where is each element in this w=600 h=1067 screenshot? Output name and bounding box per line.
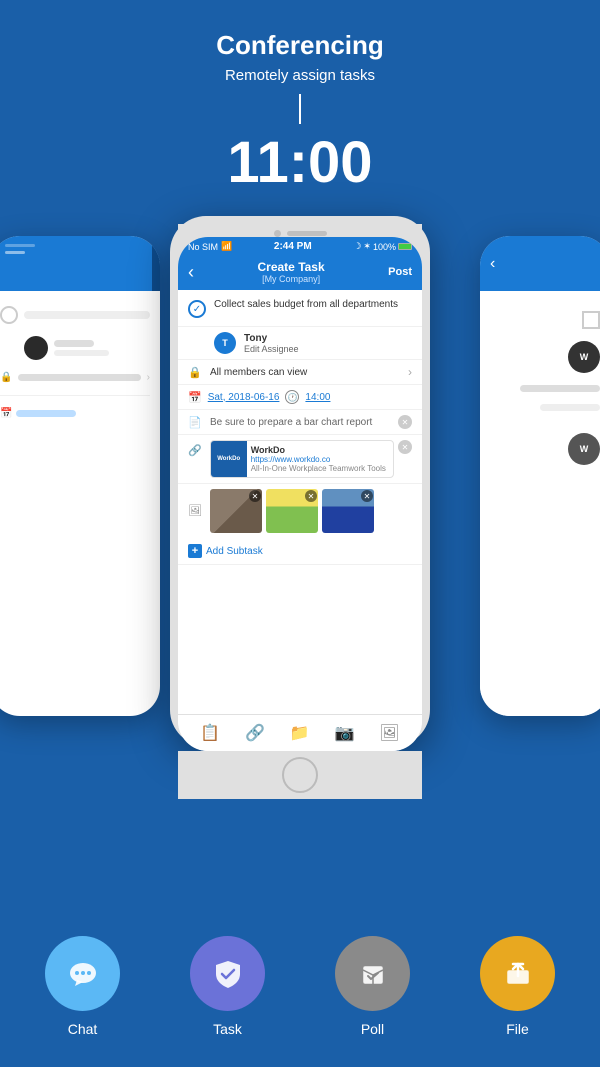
- task-label: Task: [213, 1021, 242, 1037]
- image-remove-3[interactable]: ✕: [361, 490, 373, 502]
- file-icon: [500, 956, 536, 992]
- toolbar-camera-icon[interactable]: 📷: [335, 723, 355, 743]
- header-subtitle: Remotely assign tasks: [20, 67, 580, 84]
- privacy-row[interactable]: 🔒 All members can view ›: [178, 360, 422, 385]
- task-check-icon[interactable]: [188, 300, 206, 318]
- chat-icon: [65, 956, 101, 992]
- image-thumb-1[interactable]: ✕: [210, 489, 262, 533]
- link-card[interactable]: WorkDo WorkDo https://www.workdo.co All-…: [210, 440, 394, 478]
- phone-speaker: [287, 231, 327, 236]
- chat-label: Chat: [68, 1021, 98, 1037]
- status-left: No SIM 📶: [188, 241, 232, 252]
- note-row[interactable]: 📄 Be sure to prepare a bar chart report …: [178, 410, 422, 435]
- phone-content: Collect sales budget from all department…: [178, 290, 422, 714]
- feature-task[interactable]: Task: [190, 936, 265, 1037]
- feature-poll[interactable]: Poll: [335, 936, 410, 1037]
- task-description-row: Collect sales budget from all department…: [178, 290, 422, 327]
- status-bar: No SIM 📶 2:44 PM ☽ ✶ 100%: [178, 237, 422, 254]
- image-thumb-2[interactable]: ✕: [266, 489, 318, 533]
- nav-title: Create Task [My Company]: [258, 260, 325, 284]
- task-description-text: Collect sales budget from all department…: [214, 298, 398, 311]
- poll-icon: [355, 956, 391, 992]
- post-button[interactable]: Post: [388, 266, 412, 278]
- assignee-row[interactable]: T Tony Edit Assignee: [178, 327, 422, 360]
- back-button[interactable]: ‹: [188, 262, 194, 283]
- wifi-icon: 📶: [221, 241, 232, 252]
- task-icon: [210, 956, 246, 992]
- image-remove-2[interactable]: ✕: [305, 490, 317, 502]
- nav-bar: ‹ Create Task [My Company] Post: [178, 254, 422, 290]
- battery-icon: [398, 243, 412, 250]
- link-desc: All-In-One Workplace Teamwork Tools: [251, 464, 389, 473]
- feature-file[interactable]: File: [480, 936, 555, 1037]
- status-time: 2:44 PM: [274, 241, 312, 252]
- link-title: WorkDo: [251, 445, 389, 455]
- privacy-text: All members can view: [210, 367, 408, 378]
- status-right: ☽ ✶ 100%: [353, 241, 412, 252]
- time-text[interactable]: 14:00: [305, 392, 330, 403]
- note-clear-button[interactable]: ✕: [398, 415, 412, 429]
- toolbar-link-icon[interactable]: 🔗: [245, 723, 265, 743]
- images-row: 🖼 ✕ ✕ ✕: [178, 484, 422, 538]
- phone-left: 🔒 › 📅: [0, 236, 160, 716]
- file-circle[interactable]: [480, 936, 555, 1011]
- phones-container: 🔒 › 📅 No SIM 📶 2:44 PM: [0, 216, 600, 776]
- phone-camera: [274, 230, 281, 237]
- phone-toolbar: 📋 🔗 📁 📷 🖼: [178, 714, 422, 751]
- note-text: Be sure to prepare a bar chart report: [210, 417, 398, 428]
- note-icon: 📄: [188, 416, 202, 429]
- link-url: https://www.workdo.co: [251, 455, 389, 464]
- toolbar-note-icon[interactable]: 📋: [200, 723, 220, 743]
- time-display: 11:00: [0, 129, 600, 196]
- toolbar-image-icon[interactable]: 🖼: [379, 723, 399, 743]
- privacy-arrow: ›: [408, 365, 412, 379]
- image-thumb-3[interactable]: ✕: [322, 489, 374, 533]
- phone-notch: [178, 224, 422, 237]
- moon-icon: ☽: [353, 241, 361, 252]
- link-info: WorkDo https://www.workdo.co All-In-One …: [247, 443, 393, 475]
- nav-title-main: Create Task: [258, 260, 325, 274]
- phone-screen: No SIM 📶 2:44 PM ☽ ✶ 100% ‹ Create Task …: [178, 237, 422, 751]
- phone-center: No SIM 📶 2:44 PM ☽ ✶ 100% ‹ Create Task …: [170, 216, 430, 746]
- toolbar-folder-icon[interactable]: 📁: [290, 723, 310, 743]
- nav-title-company: [My Company]: [258, 274, 325, 284]
- header-title: Conferencing: [20, 30, 580, 61]
- phone-home-area: [178, 751, 422, 799]
- phone-right: ‹ W W: [480, 236, 600, 716]
- link-row: 🔗 WorkDo WorkDo https://www.workdo.co Al…: [178, 435, 422, 484]
- add-subtask-row[interactable]: + Add Subtask: [178, 538, 422, 565]
- link-icon: 🔗: [188, 444, 202, 457]
- date-text[interactable]: Sat, 2018-06-16: [208, 392, 280, 403]
- poll-label: Poll: [361, 1021, 384, 1037]
- connector-line: [299, 94, 301, 124]
- image-remove-1[interactable]: ✕: [249, 490, 261, 502]
- chat-circle[interactable]: [45, 936, 120, 1011]
- privacy-icon: 🔒: [188, 366, 202, 379]
- assignee-avatar: T: [214, 332, 236, 354]
- plus-icon: +: [188, 544, 202, 558]
- assignee-edit: Edit Assignee: [244, 344, 299, 354]
- add-subtask-label: Add Subtask: [206, 546, 263, 557]
- bt-icon: ✶: [363, 241, 371, 252]
- bottom-features: Chat Task Poll: [0, 916, 600, 1067]
- poll-circle[interactable]: [335, 936, 410, 1011]
- carrier-text: No SIM: [188, 242, 218, 252]
- file-label: File: [506, 1021, 529, 1037]
- battery-text: 100%: [373, 242, 396, 252]
- header: Conferencing Remotely assign tasks: [0, 0, 600, 94]
- calendar-icon: 📅: [188, 391, 202, 404]
- feature-chat[interactable]: Chat: [45, 936, 120, 1037]
- link-clear-button[interactable]: ✕: [398, 440, 412, 454]
- home-button[interactable]: [282, 757, 318, 793]
- task-circle[interactable]: [190, 936, 265, 1011]
- date-row[interactable]: 📅 Sat, 2018-06-16 🕐 14:00: [178, 385, 422, 410]
- clock-icon: 🕐: [285, 390, 299, 404]
- image-placeholder-icon: 🖼: [188, 504, 202, 518]
- link-thumbnail: WorkDo: [211, 441, 247, 477]
- assignee-name: Tony: [244, 333, 299, 344]
- assignee-info: Tony Edit Assignee: [244, 333, 299, 354]
- add-subtask-button[interactable]: + Add Subtask: [188, 544, 263, 558]
